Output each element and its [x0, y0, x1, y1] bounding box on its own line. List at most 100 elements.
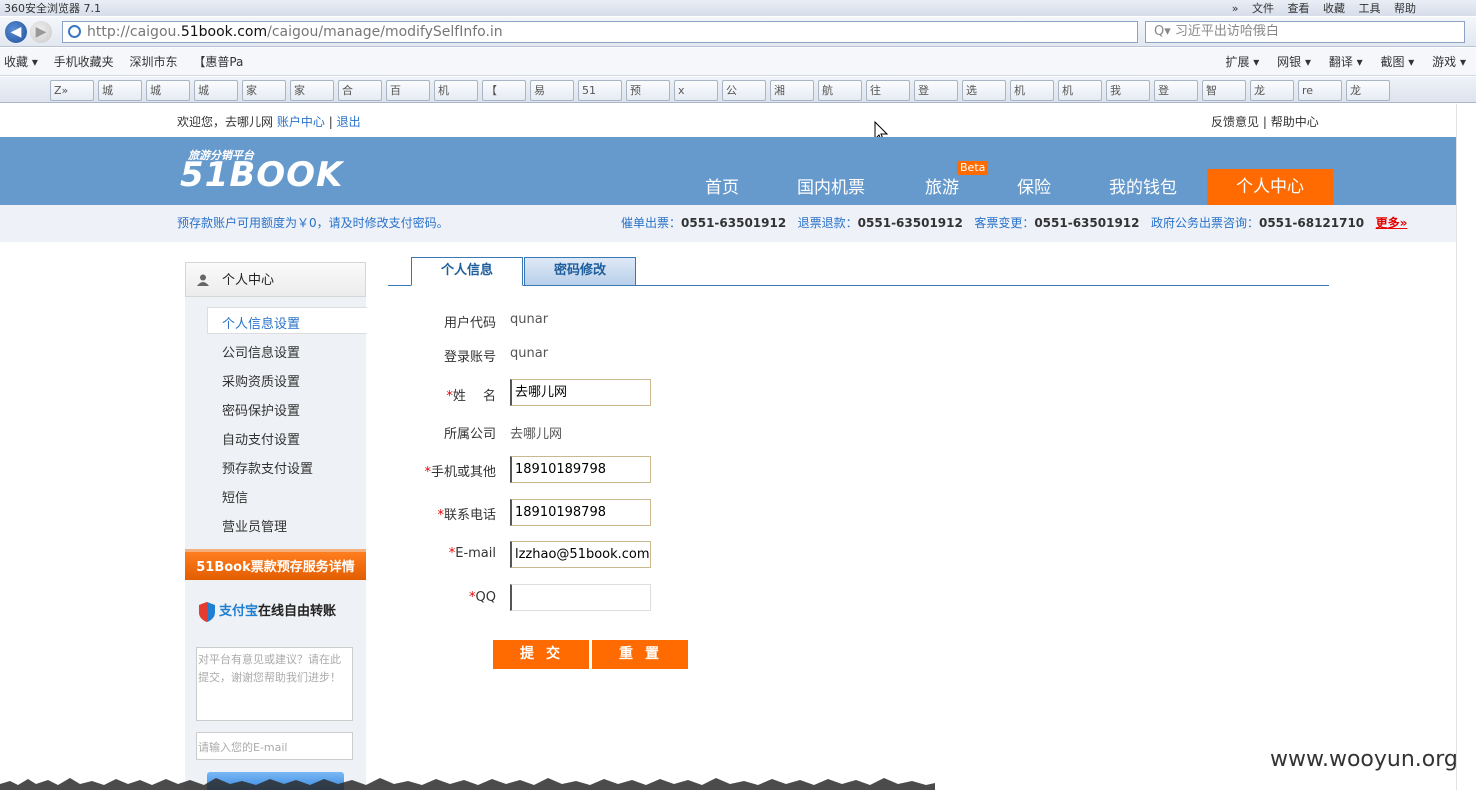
browser-title-bar: 360安全浏览器 7.1 » 文件 查看 收藏 工具 帮助	[0, 0, 1476, 16]
nav-personal-center[interactable]: 个人中心	[1207, 169, 1333, 205]
browser-tab[interactable]: 公	[722, 80, 766, 101]
welcome-text: 欢迎您，去哪儿网	[177, 115, 274, 129]
favorites-item[interactable]: 收藏 ▾	[4, 55, 38, 69]
feedback-textarea[interactable]: 对平台有意见或建议？请在此提交，谢谢您帮助我们进步！	[196, 647, 353, 721]
menu-view[interactable]: 查看	[1288, 2, 1310, 15]
browser-tab[interactable]: 龙	[1346, 80, 1390, 101]
sidebar-item-auto-pay[interactable]: 自动支付设置	[222, 429, 300, 448]
browser-tab[interactable]: 机	[1058, 80, 1102, 101]
menu-favorites[interactable]: 收藏	[1323, 2, 1345, 15]
browser-tab[interactable]: 登	[914, 80, 958, 101]
separator: |	[328, 115, 333, 129]
sidebar-item-purchase-qualification[interactable]: 采购资质设置	[222, 371, 300, 390]
nav-insurance[interactable]: 保险	[1017, 173, 1051, 198]
nav-wallet[interactable]: 我的钱包	[1109, 173, 1177, 198]
feedback-email-input[interactable]: 请输入您的E-mail	[196, 732, 353, 760]
netbank-button[interactable]: 网银 ▾	[1277, 55, 1311, 69]
nav-domestic-flights[interactable]: 国内机票	[797, 173, 865, 198]
browser-tab[interactable]: 城	[98, 80, 142, 101]
screenshot-button[interactable]: 截图 ▾	[1380, 55, 1414, 69]
menu-tools[interactable]: 工具	[1359, 2, 1381, 15]
prepaid-service-banner[interactable]: 51Book票款预存服务详情	[185, 549, 366, 580]
phone-field[interactable]: 18910198798	[510, 499, 651, 526]
url-prefix: http://caigou.	[87, 24, 181, 40]
browser-tab[interactable]: x	[674, 80, 718, 101]
sidebar-header: 个人中心	[185, 262, 366, 297]
hotline-label: 退票退款：	[797, 216, 858, 230]
sidebar-item-password-protection[interactable]: 密码保护设置	[222, 400, 300, 419]
alipay-brand: 支付宝	[219, 604, 259, 619]
browser-tab[interactable]: 城	[194, 80, 238, 101]
mobile-field[interactable]: 18910189798	[510, 456, 651, 483]
browser-tab[interactable]: 合	[338, 80, 382, 101]
alipay-transfer-link[interactable]: 支付宝在线自由转账	[199, 600, 336, 622]
browser-tab[interactable]: 家	[242, 80, 286, 101]
help-center-link[interactable]: 帮助中心	[1271, 115, 1319, 129]
tab-personal-info[interactable]: 个人信息	[411, 257, 523, 286]
company-label: 所属公司	[443, 427, 496, 442]
nav-home[interactable]: 首页	[705, 173, 739, 198]
browser-tab[interactable]: 航	[818, 80, 862, 101]
menu-more[interactable]: »	[1232, 2, 1239, 15]
translate-button[interactable]: 翻译 ▾	[1329, 55, 1363, 69]
sidebar-item-sms[interactable]: 短信	[222, 487, 248, 506]
browser-tab[interactable]: 登	[1154, 80, 1198, 101]
browser-tab[interactable]: Z»	[50, 80, 94, 101]
forward-button[interactable]: ▶	[30, 21, 52, 43]
prepaid-notice[interactable]: 预存款账户可用额度为￥0，请及时修改支付密码。	[177, 205, 449, 242]
logout-link[interactable]: 退出	[337, 115, 361, 129]
games-button[interactable]: 游戏 ▾	[1432, 55, 1466, 69]
browser-tab[interactable]: 【	[482, 80, 526, 101]
browser-tab[interactable]: 湘	[770, 80, 814, 101]
favorites-bar: 收藏 ▾ 手机收藏夹 深圳市东 【惠普Pa 扩展 ▾ 网银 ▾ 翻译 ▾ 截图 …	[0, 48, 1476, 76]
reset-button[interactable]: 重置	[592, 640, 688, 669]
extension-button[interactable]: 扩展 ▾	[1225, 55, 1259, 69]
browser-tab[interactable]: 机	[434, 80, 478, 101]
browser-tab[interactable]: 预	[626, 80, 670, 101]
search-icon: Q▾	[1154, 24, 1171, 39]
browser-tab[interactable]: 选	[962, 80, 1006, 101]
sidebar-title: 个人中心	[222, 273, 275, 288]
browser-tab[interactable]: 家	[290, 80, 334, 101]
sidebar-item-salesperson[interactable]: 营业员管理	[222, 516, 287, 535]
tab-change-password[interactable]: 密码修改	[524, 257, 636, 286]
browser-tab[interactable]: 龙	[1250, 80, 1294, 101]
browser-tab[interactable]: 百	[386, 80, 430, 101]
sidebar-item-company-info[interactable]: 公司信息设置	[222, 342, 300, 361]
feedback-link[interactable]: 反馈意见	[1211, 115, 1259, 129]
favorites-item[interactable]: 深圳市东	[130, 55, 178, 69]
account-center-link[interactable]: 账户中心	[277, 115, 325, 129]
qq-field[interactable]	[510, 584, 651, 611]
globe-icon	[68, 25, 81, 38]
email-field[interactable]: lzzhao@51book.com	[510, 541, 651, 568]
browser-title: 360安全浏览器 7.1	[4, 2, 101, 15]
hotline-number: 0551-63501912	[1034, 216, 1140, 230]
browser-tab[interactable]: 机	[1010, 80, 1054, 101]
name-field[interactable]: 去哪儿网	[510, 379, 651, 406]
browser-tab[interactable]: 往	[866, 80, 910, 101]
sidebar-item-personal-info[interactable]: 个人信息设置	[222, 313, 300, 332]
browser-tab[interactable]: 我	[1106, 80, 1150, 101]
hotline-label: 政府公务出票咨询：	[1150, 216, 1259, 230]
sidebar-item-prepaid-pay[interactable]: 预存款支付设置	[222, 458, 313, 477]
torn-edge-decoration	[0, 778, 935, 790]
nav-travel[interactable]: 旅游	[925, 173, 959, 198]
browser-search-input[interactable]: Q▾ 习近平出访哈俄白	[1145, 21, 1465, 43]
more-link[interactable]: 更多»	[1376, 216, 1408, 230]
favorites-item[interactable]: 手机收藏夹	[54, 55, 114, 69]
submit-button[interactable]: 提交	[493, 640, 589, 669]
separator: |	[1262, 115, 1267, 129]
site-logo[interactable]: 51BOOK	[180, 155, 343, 195]
login-account-label: 登录账号	[443, 350, 496, 365]
browser-tab[interactable]: 城	[146, 80, 190, 101]
browser-tab[interactable]: 智	[1202, 80, 1246, 101]
browser-tab[interactable]: 51	[578, 80, 622, 101]
url-input[interactable]: http://caigou.51book.com/caigou/manage/m…	[62, 21, 1138, 43]
name-label: *姓 名	[446, 389, 496, 404]
favorites-item[interactable]: 【惠普Pa	[193, 55, 243, 69]
browser-tab[interactable]: re	[1298, 80, 1342, 101]
back-button[interactable]: ◀	[5, 21, 27, 43]
menu-file[interactable]: 文件	[1252, 2, 1274, 15]
browser-tab[interactable]: 易	[530, 80, 574, 101]
menu-help[interactable]: 帮助	[1394, 2, 1416, 15]
